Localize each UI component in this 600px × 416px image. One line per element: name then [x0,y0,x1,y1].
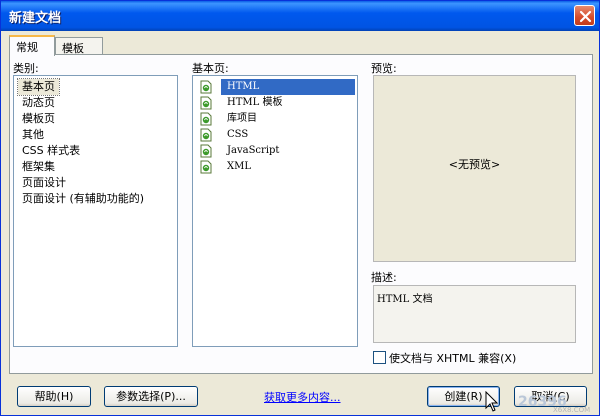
category-item[interactable]: 框架集 [18,159,59,175]
new-document-dialog: 新建文档 常规 模板 类别: 基本页 动态页 模板页 其他 CSS 样式表 框架… [0,0,600,416]
xhtml-compatible-checkbox[interactable] [373,351,386,364]
preview-label: 预览: [371,62,397,75]
document-icon [200,112,212,126]
no-preview-text: <无预览> [448,158,501,171]
category-item[interactable]: 页面设计 (有辅助功能的) [18,191,148,207]
title-bar[interactable]: 新建文档 [1,1,599,31]
basic-page-item-label: 库项目 [227,113,257,124]
description-label: 描述: [371,271,397,284]
basic-page-item-label: HTML [224,79,263,95]
tab-template[interactable]: 模板 [55,37,103,55]
category-item[interactable]: 其他 [18,127,48,143]
basic-page-listbox[interactable]: HTML HTML 模板 库项目 CSS JavaScript XML [192,75,358,347]
preferences-button[interactable]: 参数选择(P)... [104,386,198,407]
get-more-content-link[interactable]: 获取更多内容... [264,389,341,405]
category-item[interactable]: CSS 样式表 [18,143,84,159]
document-icon [200,144,212,158]
document-icon [200,128,212,142]
watermark-site: X6X8.COM [553,406,591,414]
preview-pane: <无预览> [373,75,576,262]
category-label: 类别: [13,62,39,75]
category-listbox[interactable]: 基本页 动态页 模板页 其他 CSS 样式表 框架集 页面设计 页面设计 (有辅… [13,75,178,347]
basic-page-item[interactable]: HTML [197,79,355,95]
help-button[interactable]: 帮助(H) [17,386,91,407]
tab-general[interactable]: 常规 [9,35,55,56]
basic-page-label: 基本页: [192,62,229,75]
xhtml-compatible-label: 使文档与 XHTML 兼容(X) [389,352,517,365]
document-icon [200,96,212,110]
category-item[interactable]: 页面设计 [18,175,70,191]
mouse-pointer-icon [485,391,499,412]
close-button[interactable] [574,5,595,26]
basic-page-item-label: XML [227,161,251,172]
description-text: HTML 文档 [377,294,433,305]
basic-page-item-label: CSS [227,129,249,140]
description-box: HTML 文档 [373,285,576,343]
category-item[interactable]: 模板页 [18,111,59,127]
close-icon [579,10,592,23]
basic-page-item-label: HTML 模板 [227,97,283,108]
category-item[interactable]: 动态页 [18,95,59,111]
tab-general-label: 常规 [16,41,38,54]
basic-page-item-label: JavaScript [227,145,280,156]
document-icon [200,160,212,174]
document-icon [200,80,212,94]
category-item[interactable]: 基本页 [17,78,60,96]
dialog-title: 新建文档 [9,11,62,26]
